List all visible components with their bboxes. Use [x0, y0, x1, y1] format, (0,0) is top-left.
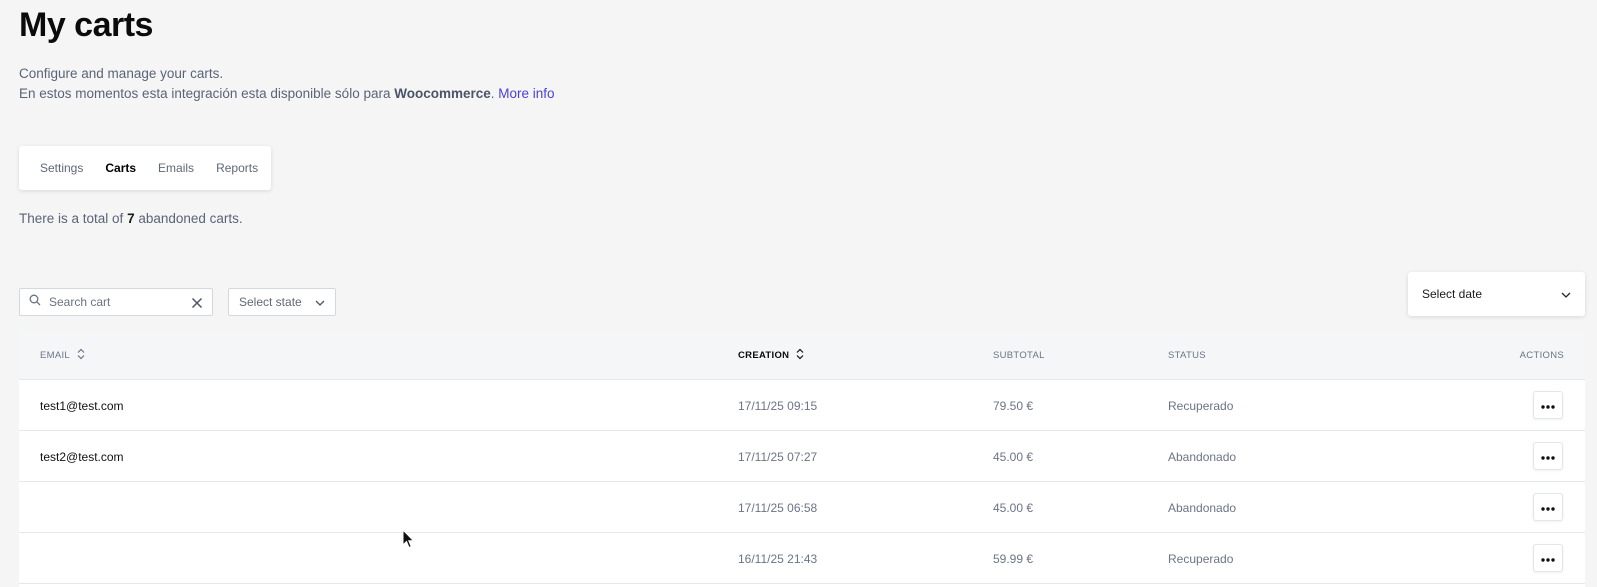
search-cart-box	[19, 288, 213, 316]
cart-creation: 17/11/25 06:58	[738, 500, 818, 515]
cart-creation: 17/11/25 07:27	[738, 449, 818, 464]
description-line-2: En estos momentos esta integración esta …	[19, 86, 555, 101]
more-horizontal-icon	[1541, 498, 1555, 516]
table-header: EMAIL CREATION SUBTOTAL STATUS ACTIONS	[19, 330, 1585, 380]
chevron-down-icon	[315, 295, 325, 309]
sort-icon[interactable]	[796, 348, 804, 363]
tab-emails[interactable]: Emails	[158, 161, 194, 175]
row-actions-button[interactable]	[1533, 493, 1563, 521]
integration-note: En estos momentos esta integración esta …	[19, 86, 395, 101]
sort-icon[interactable]	[77, 348, 85, 363]
cart-subtotal: 45.00 €	[993, 500, 1034, 515]
abandoned-carts-summary: There is a total of 7 abandoned carts.	[19, 211, 243, 226]
column-email[interactable]: EMAIL	[40, 330, 85, 380]
cart-creation: 16/11/25 21:43	[738, 551, 818, 566]
table-row[interactable]: test2@test.com 17/11/25 07:27 45.00 € Ab…	[19, 431, 1585, 482]
table-row[interactable]: 17/11/25 06:58 45.00 € Abandonado	[19, 482, 1585, 533]
search-icon	[29, 293, 41, 311]
table-row[interactable]: test1@test.com 17/11/25 09:15 79.50 € Re…	[19, 380, 1585, 431]
date-select[interactable]: Select date	[1408, 272, 1585, 316]
mouse-pointer-icon	[402, 528, 415, 554]
tab-settings[interactable]: Settings	[40, 161, 83, 175]
column-subtotal: SUBTOTAL	[993, 349, 1045, 361]
more-horizontal-icon	[1541, 549, 1555, 567]
clear-search-icon[interactable]	[191, 296, 203, 309]
state-select-label: Select state	[239, 295, 302, 309]
cart-creation: 17/11/25 09:15	[738, 398, 818, 413]
tab-carts[interactable]: Carts	[105, 161, 136, 175]
more-horizontal-icon	[1541, 396, 1555, 414]
cart-subtotal: 45.00 €	[993, 449, 1034, 464]
cart-email: test1@test.com	[40, 398, 124, 413]
page-description: Configure and manage your carts. En esto…	[19, 64, 555, 104]
table-row[interactable]: 16/11/25 21:43 59.99 € Recuperado	[19, 533, 1585, 584]
cart-status: Recuperado	[1168, 551, 1234, 566]
state-select[interactable]: Select state	[228, 288, 336, 316]
cart-status: Recuperado	[1168, 398, 1234, 413]
column-status: STATUS	[1168, 349, 1206, 361]
column-actions: ACTIONS	[1519, 349, 1564, 361]
chevron-down-icon	[1561, 287, 1571, 301]
carts-table: EMAIL CREATION SUBTOTAL STATUS ACTIONS t…	[19, 330, 1585, 587]
cart-status: Abandonado	[1168, 500, 1237, 515]
cart-email: test2@test.com	[40, 449, 124, 464]
cart-subtotal: 79.50 €	[993, 398, 1034, 413]
description-line-1: Configure and manage your carts.	[19, 66, 224, 81]
date-select-label: Select date	[1422, 287, 1483, 301]
more-info-link[interactable]: More info	[498, 86, 554, 101]
abandoned-carts-count: 7	[127, 211, 135, 226]
tab-reports[interactable]: Reports	[216, 161, 258, 175]
row-actions-button[interactable]	[1533, 391, 1563, 419]
search-cart-input[interactable]	[49, 295, 189, 309]
more-horizontal-icon	[1541, 447, 1555, 465]
woocommerce-label: Woocommerce	[394, 86, 491, 101]
cart-subtotal: 59.99 €	[993, 551, 1034, 566]
row-actions-button[interactable]	[1533, 544, 1563, 572]
cart-status: Abandonado	[1168, 449, 1237, 464]
tab-bar: Settings Carts Emails Reports	[19, 146, 271, 190]
page-title: My carts	[19, 6, 153, 44]
row-actions-button[interactable]	[1533, 442, 1563, 470]
column-creation[interactable]: CREATION	[738, 330, 804, 380]
